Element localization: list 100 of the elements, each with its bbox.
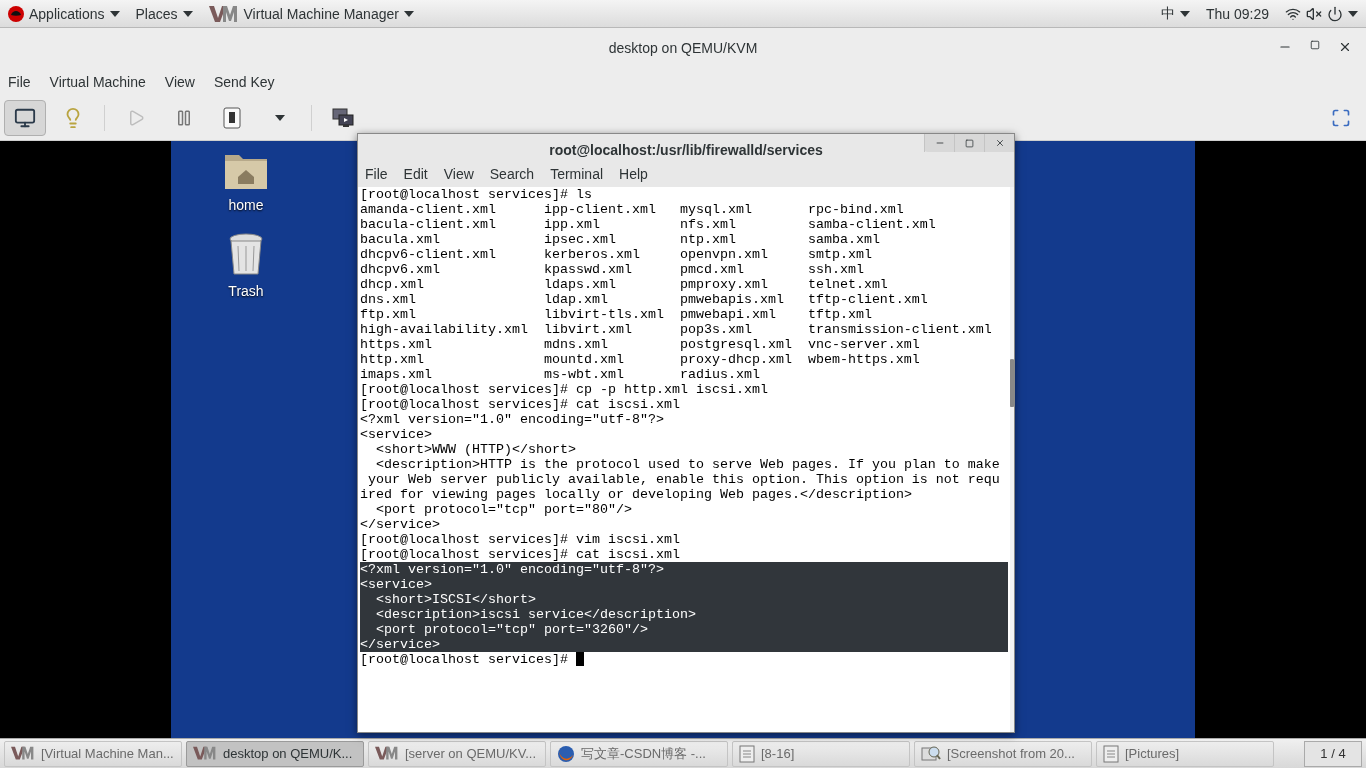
- file-name: libvirt.xml: [543, 322, 632, 337]
- terminal-line: [root@localhost services]# vim iscsi.xml: [360, 532, 680, 547]
- terminal-line: ired for viewing pages locally or developing Web pages.</description>: [360, 487, 912, 502]
- file-name: http.xml: [360, 352, 424, 367]
- top-menu[interactable]: Virtual Machine Manager: [243, 5, 399, 22]
- terminal-line: <description>iscsi service</description>: [375, 607, 696, 622]
- file-name: rpc-bind.xml: [807, 202, 904, 217]
- terminal-line: <short>ISCSI</short>: [375, 592, 536, 607]
- clock[interactable]: Thu 09:29: [1205, 5, 1269, 22]
- taskbar-item[interactable]: [Screenshot from 20...: [914, 740, 1092, 767]
- file-name: tftp.xml: [807, 307, 872, 322]
- terminal-title: root@localhost:/usr/lib/firewalld/services: [549, 142, 823, 158]
- terminal-line: <port protocol="tcp" port="80"/>: [375, 502, 632, 517]
- file-name: dhcpv6.xml: [360, 262, 440, 277]
- caret-icon: [403, 10, 414, 17]
- file-name: imaps.xml: [360, 367, 432, 382]
- file-name: transmission-client.xml: [807, 322, 992, 337]
- fox-globe-icon: [557, 744, 575, 763]
- taskbar-item[interactable]: [Pictures]: [1096, 740, 1274, 767]
- input-method[interactable]: 中: [1160, 4, 1175, 23]
- play-icon: [127, 109, 145, 127]
- maximize-icon[interactable]: [1310, 40, 1320, 50]
- power-icon[interactable]: [1327, 5, 1343, 22]
- file-name: mountd.xml: [543, 352, 624, 367]
- menu-item[interactable]: View: [164, 74, 195, 90]
- terminal-line: <service>: [360, 577, 432, 592]
- toolbar-button[interactable]: [4, 100, 46, 136]
- document-icon: [1103, 744, 1119, 763]
- file-name: ipp-client.xml: [543, 202, 656, 217]
- file-name: amanda-client.xml: [360, 202, 496, 217]
- file-name: ms-wbt.xml: [543, 367, 624, 382]
- mute-icon[interactable]: [1306, 5, 1322, 22]
- pause-icon: [175, 109, 193, 127]
- file-name: kpasswd.xml: [543, 262, 632, 277]
- vm-logo-icon: [208, 4, 239, 23]
- taskbar-item[interactable]: desktop on QEMU/K...: [186, 740, 364, 767]
- file-name: pmcd.xml: [679, 262, 744, 277]
- file-name: ntp.xml: [679, 232, 736, 247]
- menu-item[interactable]: View: [443, 165, 474, 182]
- file-name: openvpn.xml: [679, 247, 768, 262]
- close-icon[interactable]: [994, 138, 1005, 148]
- terminal-line: </service>: [360, 517, 440, 532]
- menu-item[interactable]: File: [8, 74, 31, 90]
- caret-icon: [1179, 10, 1190, 17]
- file-name: ldap.xml: [543, 292, 608, 307]
- file-name: https.xml: [360, 337, 432, 352]
- file-name: samba.xml: [807, 232, 880, 247]
- resize-icon: [1331, 108, 1351, 128]
- menu-item[interactable]: Help: [619, 165, 648, 182]
- scrollbar[interactable]: [1009, 187, 1014, 732]
- menu-item[interactable]: Virtual Machine: [49, 74, 146, 90]
- terminal-line: your Web server publicly available, enable this option. This option is not requ: [367, 472, 1000, 487]
- file-name: tftp-client.xml: [807, 292, 928, 307]
- top-menu[interactable]: Applications: [29, 5, 105, 22]
- close-icon[interactable]: [1338, 40, 1352, 54]
- taskbar-item[interactable]: [8-16]: [732, 740, 910, 767]
- file-name: nfs.xml: [679, 217, 736, 232]
- file-name: wbem-https.xml: [807, 352, 920, 367]
- file-name: ipp.xml: [543, 217, 600, 232]
- file-name: ipsec.xml: [543, 232, 616, 247]
- file-name: vnc-server.xml: [807, 337, 920, 352]
- terminal-line: <description>HTTP is the protocol used to serve Web pages. If you plan to make: [375, 457, 1000, 472]
- top-menu[interactable]: Places: [135, 5, 178, 22]
- menu-item[interactable]: File: [365, 165, 388, 182]
- caret-icon: [182, 10, 193, 17]
- file-name: postgresql.xml: [679, 337, 792, 352]
- terminal-line: [root@localhost services]# cat iscsi.xml: [360, 547, 680, 562]
- file-name: samba-client.xml: [807, 217, 936, 232]
- file-name: mdns.xml: [543, 337, 608, 352]
- window-title: desktop on QEMU/KVM: [608, 40, 758, 56]
- desktop-icon-label[interactable]: home: [228, 197, 264, 213]
- file-name: ftp.xml: [360, 307, 416, 322]
- workspace-pager[interactable]: 1 / 4: [1304, 740, 1362, 767]
- menu-item[interactable]: Send Key: [213, 74, 275, 90]
- file-name: mysql.xml: [679, 202, 752, 217]
- document-icon: [739, 744, 755, 763]
- vm-logo-icon: [193, 746, 217, 761]
- menu-item[interactable]: Search: [489, 165, 535, 182]
- terminal-line: <port protocol="tcp" port="3260"/>: [375, 622, 648, 637]
- file-name: high-availability.xml: [360, 322, 528, 337]
- taskbar-item[interactable]: 写文章-CSDN博客 -...: [550, 740, 728, 767]
- taskbar-item[interactable]: [Virtual Machine Man...: [4, 740, 182, 767]
- file-name: ssh.xml: [807, 262, 864, 277]
- file-name: bacula-client.xml: [360, 217, 496, 232]
- file-name: bacula.xml: [360, 232, 440, 247]
- maximize-icon[interactable]: [965, 138, 974, 148]
- desktop-icon-label[interactable]: Trash: [228, 283, 264, 299]
- terminal-line: [root@localhost services]# ls: [360, 187, 592, 202]
- file-name: ldaps.xml: [543, 277, 616, 292]
- terminal-line: </service>: [360, 637, 440, 652]
- caret-icon: [1348, 10, 1358, 17]
- file-name: dhcp.xml: [360, 277, 424, 292]
- menu-item[interactable]: Terminal: [550, 165, 604, 182]
- file-name: radius.xml: [679, 367, 760, 382]
- scrollbar-thumb[interactable]: [1009, 359, 1014, 407]
- file-name: pmproxy.xml: [679, 277, 768, 292]
- terminal-line: <?xml version="1.0" encoding="utf-8"?>: [360, 562, 664, 577]
- hat-logo-icon: [8, 5, 24, 22]
- taskbar-item[interactable]: [server on QEMU/KV...: [368, 740, 546, 767]
- menu-item[interactable]: Edit: [403, 165, 428, 182]
